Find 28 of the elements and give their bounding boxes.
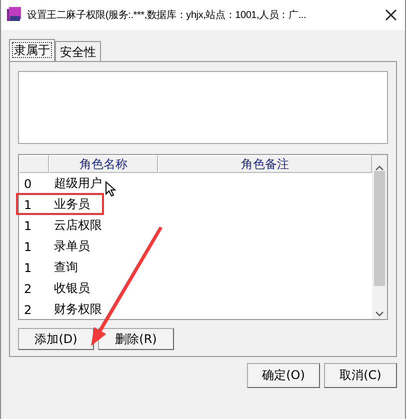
table-cell-text: 2	[23, 282, 33, 296]
app-icon	[5, 6, 23, 24]
table-cell: 收银员	[54, 280, 90, 297]
table-cell: 查询	[54, 259, 78, 276]
table-cell-text: 0	[23, 176, 33, 190]
table-cell: 录单员	[54, 238, 90, 255]
table-cell: 超级用户	[54, 175, 102, 192]
window-title: 设置王二麻子权限(服务:.***,数据库：yhjx,站点：1001,人员：广...	[27, 8, 306, 22]
table-cell-text: 1	[23, 240, 33, 254]
button[interactable]: 取消(C)	[324, 363, 397, 388]
table-cell: 业务员	[54, 196, 90, 213]
scroll-up-icon[interactable]	[375, 165, 384, 171]
cursor-icon	[105, 181, 116, 197]
scroll-down-icon[interactable]	[375, 311, 384, 317]
scrollbar[interactable]	[372, 155, 387, 319]
table-cell-text: 1	[23, 198, 33, 212]
table-cell: 财务权限	[54, 301, 102, 318]
column-header[interactable]: 角色备注	[158, 155, 372, 173]
button[interactable]: 删除(R)	[98, 328, 174, 350]
button[interactable]: 添加(D)	[18, 328, 94, 350]
table-cell-text: 1	[23, 260, 33, 274]
table-cell: 云店权限	[54, 217, 102, 234]
table-cell-text: 2	[23, 302, 33, 316]
tab[interactable]: 隶属于	[9, 39, 55, 61]
tab[interactable]: 安全性	[55, 41, 101, 61]
button[interactable]: 确定(O)	[247, 363, 320, 388]
table-cell-text: 1	[23, 218, 33, 232]
column-header[interactable]: 角色名称	[49, 155, 158, 173]
